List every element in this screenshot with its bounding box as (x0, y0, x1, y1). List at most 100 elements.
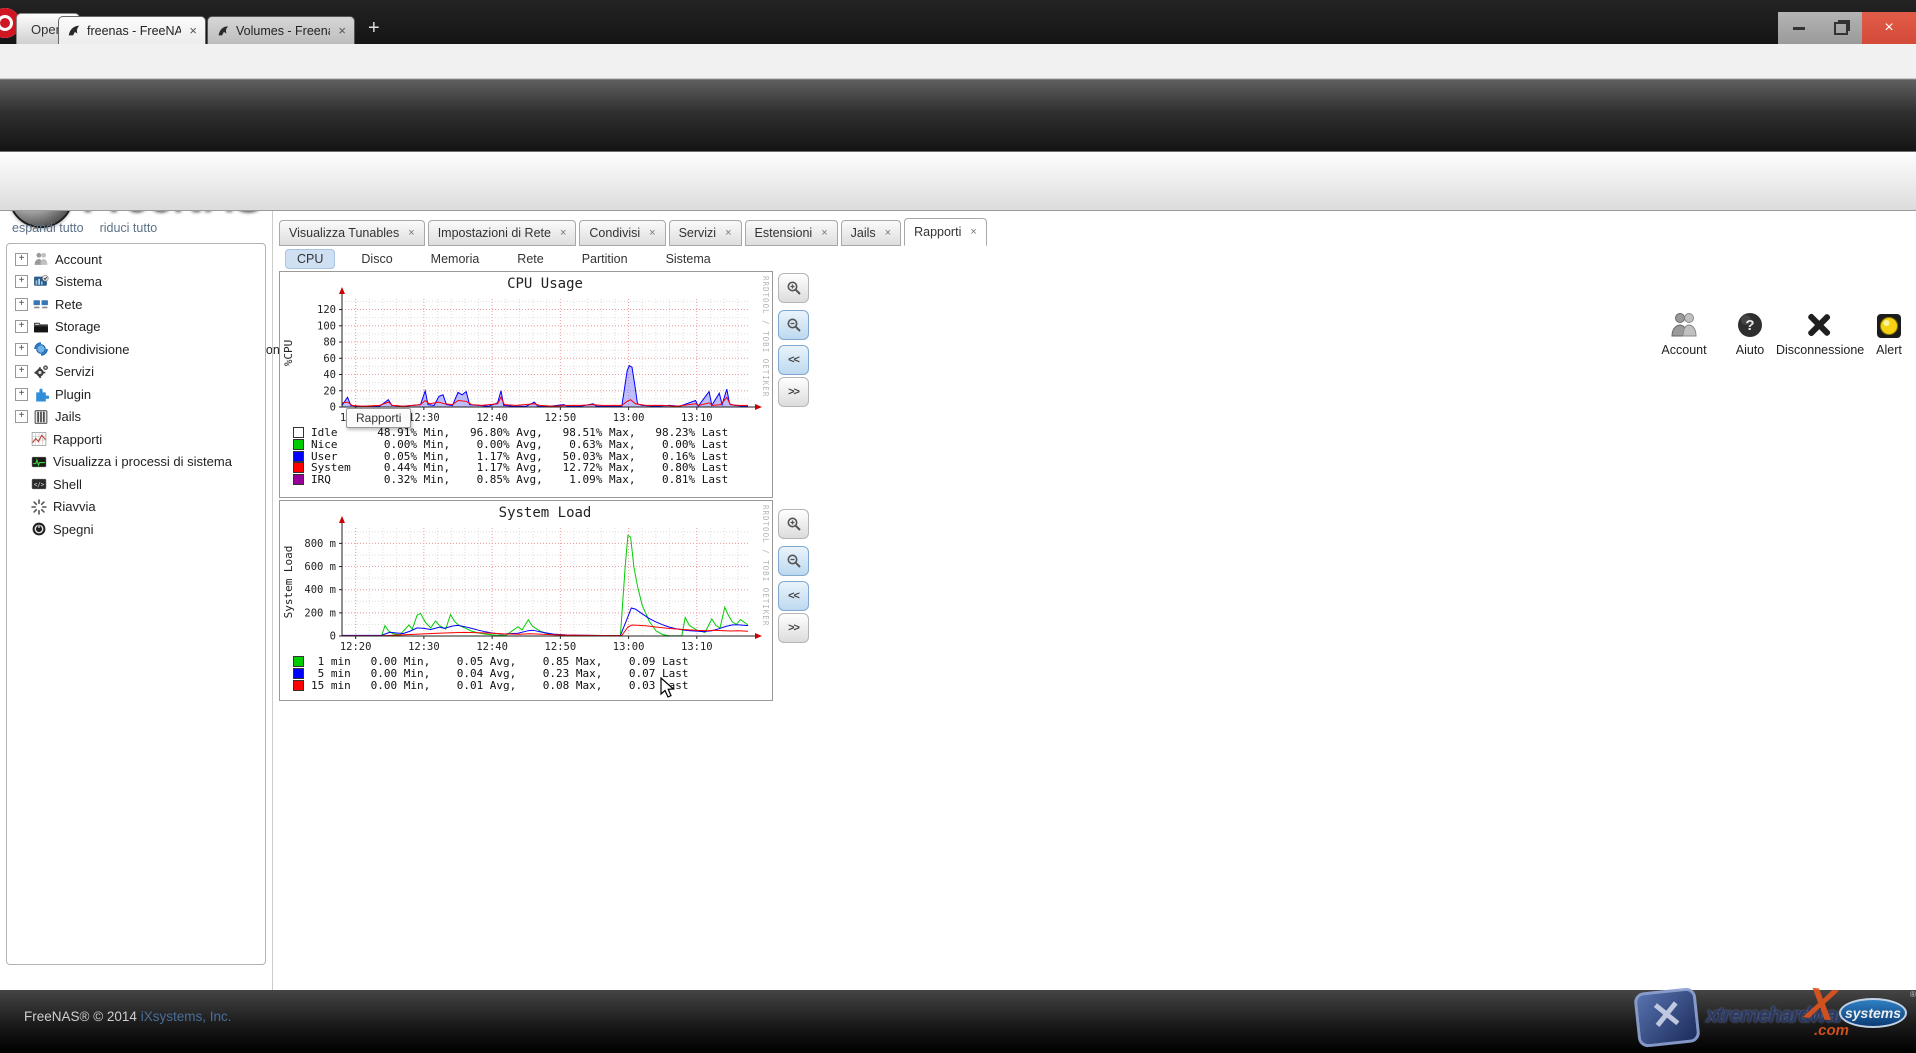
subtab-memoria[interactable]: Memoria (419, 250, 492, 268)
zoom-in-button[interactable] (778, 273, 809, 303)
tree-item-servizi[interactable]: + Servizi (7, 361, 265, 384)
window-minimize-button[interactable] (1778, 12, 1820, 44)
expand-plus-icon[interactable]: + (15, 343, 28, 356)
subtab-rete[interactable]: Rete (505, 250, 555, 268)
processes-icon (31, 454, 47, 470)
browser-tab-freenas[interactable]: freenas - FreeNAS-9.2.1.5- × (58, 16, 206, 44)
tab-close-icon[interactable]: × (970, 226, 976, 238)
tree-item-label: Account (55, 252, 102, 267)
expand-plus-icon[interactable]: + (15, 410, 28, 423)
svg-text:?: ? (1745, 317, 1754, 334)
svg-text:CPU Usage: CPU Usage (507, 276, 583, 292)
users-icon (33, 251, 49, 267)
toolbar-item-alert[interactable]: Alert (1866, 308, 1912, 357)
scroll-forward-button[interactable]: >> (778, 377, 809, 407)
legend-swatch (293, 474, 304, 485)
zoom-out-button[interactable] (778, 546, 809, 576)
expand-plus-icon[interactable]: + (15, 253, 28, 266)
sharing-icon (33, 341, 49, 357)
subtab-partition[interactable]: Partition (570, 250, 640, 268)
browser-tab-bar: Opera freenas - FreeNAS-9.2.1.5- × Volum… (0, 0, 1916, 44)
doc-tab-estensioni[interactable]: Estensioni× (745, 220, 838, 246)
scroll-back-button[interactable]: << (778, 345, 809, 375)
collapse-all-link[interactable]: riduci tutto (100, 221, 158, 235)
expand-plus-icon[interactable]: + (15, 298, 28, 311)
browser-address-bar: ← → ↻ 192.168.0.103 ♥ ↓ (0, 44, 1916, 79)
new-tab-button[interactable]: + (368, 18, 380, 38)
tree-item-storage[interactable]: + Storage (7, 316, 265, 339)
zoom-in-button[interactable] (778, 509, 809, 539)
svg-text:System Load: System Load (499, 505, 592, 521)
ixsystems-link[interactable]: iXsystems, Inc. (141, 1009, 232, 1024)
browser-tab-title: Volumes - Freenas (236, 24, 330, 38)
tab-close-icon[interactable]: × (189, 23, 197, 38)
load-chart-controls: << >> (778, 509, 810, 649)
legend-row: 1 min 0.00 Min, 0.05 Avg, 0.85 Max, 0.09… (293, 656, 772, 668)
tab-close-icon[interactable]: × (560, 227, 566, 239)
subtab-disco[interactable]: Disco (349, 250, 404, 268)
tree-item-rapporti[interactable]: Rapporti (7, 428, 265, 451)
tab-close-icon[interactable]: × (338, 23, 346, 38)
tab-close-icon[interactable]: × (821, 227, 827, 239)
doc-tab-rapporti[interactable]: Rapporti × (904, 218, 987, 246)
account-icon (1648, 308, 1720, 340)
expand-plus-icon[interactable]: + (15, 388, 28, 401)
tree-item-jails[interactable]: + Jails (7, 406, 265, 429)
scroll-back-button[interactable]: << (778, 581, 809, 611)
toolbar-item-disconnessione[interactable]: Disconnessione (1776, 308, 1862, 357)
doc-tab-impostazioni-di-rete[interactable]: Impostazioni di Rete× (428, 220, 577, 246)
svg-text:13:00: 13:00 (613, 641, 645, 653)
legend-row: Nice 0.00% Min, 0.00% Avg, 0.63% Max, 0.… (293, 439, 772, 451)
zoom-out-button[interactable] (778, 310, 809, 340)
xtremehardware-tile-icon: ✕ (1633, 987, 1700, 1048)
window-close-button[interactable]: × (1862, 12, 1916, 44)
spacer (15, 434, 26, 445)
legend-swatch (293, 680, 304, 691)
expand-plus-icon[interactable]: + (15, 275, 28, 288)
window-controls: × (1778, 12, 1916, 44)
tree-item-sistema[interactable]: + Sistema (7, 271, 265, 294)
toolbar-label: Alert (1866, 343, 1912, 357)
doc-tab-visualizza-tunables[interactable]: Visualizza Tunables× (279, 220, 425, 246)
tree-item-condivisione[interactable]: + Condivisione (7, 338, 265, 361)
tab-close-icon[interactable]: × (725, 227, 731, 239)
tree-item-rete[interactable]: + Rete (7, 293, 265, 316)
doc-tab-label: Rapporti (914, 225, 961, 239)
expand-all-link[interactable]: espandi tutto (12, 221, 84, 235)
svg-text:20: 20 (323, 385, 336, 397)
tab-close-icon[interactable]: × (408, 227, 414, 239)
toolbar-item-account[interactable]: Account (1648, 308, 1720, 357)
legend-swatch (293, 451, 304, 462)
window-restore-button[interactable] (1820, 12, 1862, 44)
expand-plus-icon[interactable]: + (15, 365, 28, 378)
rrdtool-watermark: RRDTOOL / TOBI OETIKER (761, 276, 770, 397)
doc-tab-condivisi[interactable]: Condivisi× (579, 220, 665, 246)
tree-item-processi[interactable]: Visualizza i processi di sistema (7, 451, 265, 474)
tab-close-icon[interactable]: × (885, 227, 891, 239)
tree-item-account[interactable]: + Account (7, 248, 265, 271)
tab-close-icon[interactable]: × (649, 227, 655, 239)
tree-item-label: Jails (55, 409, 81, 424)
doc-tab-servizi[interactable]: Servizi× (669, 220, 742, 246)
document-tab-bar: Visualizza Tunables× Impostazioni di Ret… (279, 218, 990, 246)
tree-item-spegni[interactable]: Spegni (7, 518, 265, 541)
subtab-sistema[interactable]: Sistema (654, 250, 723, 268)
cpu-usage-chart: 12:2012:3012:4012:5013:0013:100204060801… (280, 272, 772, 424)
tree-controls: espandi tutto riduci tutto (12, 221, 173, 235)
legend-swatch (293, 656, 304, 667)
ixsystems-oval-logo: systems (1839, 998, 1907, 1028)
tree-item-riavvia[interactable]: Riavvia (7, 496, 265, 519)
svg-text:System Load: System Load (282, 546, 295, 619)
spacer (15, 479, 26, 490)
doc-tab-jails[interactable]: Jails× (841, 220, 901, 246)
sidebar-splitter[interactable] (272, 211, 273, 990)
tree-item-plugin[interactable]: + Plugin (7, 383, 265, 406)
browser-tab-volumes[interactable]: Volumes - Freenas × (207, 16, 355, 44)
subtab-cpu[interactable]: CPU (285, 249, 335, 269)
main-toolbar: Sistema Rete Storage Condivisione Serviz… (0, 152, 1916, 211)
reboot-icon (31, 499, 47, 515)
svg-text:600 m: 600 m (304, 561, 336, 573)
tree-item-shell[interactable]: </> Shell (7, 473, 265, 496)
expand-plus-icon[interactable]: + (15, 320, 28, 333)
scroll-forward-button[interactable]: >> (778, 613, 809, 643)
